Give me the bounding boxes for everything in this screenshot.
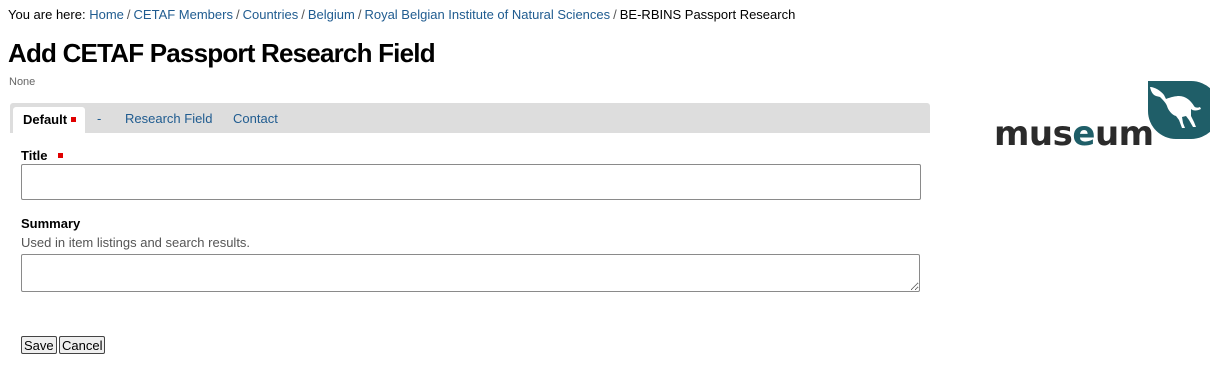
museum-logo-graphic: museum — [994, 81, 1218, 154]
breadcrumb-prefix: You are here: — [8, 7, 86, 22]
breadcrumb: You are here: Home / CETAF Members / Countri… — [8, 7, 795, 22]
breadcrumb-link-belgium[interactable]: Belgium — [308, 7, 355, 22]
required-marker — [57, 153, 63, 159]
summary-help-text: Used in item listings and search results… — [21, 235, 251, 250]
page-title: Add CETAF Passport Research Field — [8, 38, 436, 68]
breadcrumb-link-rbins[interactable]: Royal Belgian Institute of Natural Scien… — [364, 7, 610, 22]
tab-default-label: Default — [23, 112, 68, 127]
cancel-button[interactable]: Cancel — [59, 336, 106, 354]
breadcrumb-link-countries[interactable]: Countries — [243, 7, 299, 22]
breadcrumb-separator: / — [235, 7, 240, 22]
title-input[interactable] — [21, 164, 921, 200]
breadcrumb-separator: / — [126, 7, 131, 22]
tab-separator[interactable]: - — [97, 103, 101, 133]
breadcrumb-link-home[interactable]: Home — [89, 7, 124, 22]
summary-field-label: Summary — [21, 216, 81, 231]
summary-textarea[interactable] — [21, 254, 920, 292]
logo-wordmark: museum — [994, 114, 1154, 152]
tab-contact[interactable]: Contact — [233, 103, 278, 133]
title-field-label: Title — [21, 148, 63, 163]
tab-default[interactable]: Default — [13, 107, 86, 133]
breadcrumb-current: BE-RBINS Passport Research — [619, 7, 796, 22]
save-button[interactable]: Save — [21, 336, 57, 354]
tab-bar: Default - Research Field Contact — [10, 103, 930, 133]
breadcrumb-separator: / — [357, 7, 362, 22]
museum-logo: museum — [990, 78, 1218, 157]
breadcrumb-separator: / — [301, 7, 305, 22]
title-label-text: Title — [21, 148, 48, 163]
breadcrumb-separator: / — [613, 7, 617, 22]
page-subtitle: None — [9, 76, 36, 88]
required-marker — [71, 117, 77, 123]
breadcrumb-link-cetaf-members[interactable]: CETAF Members — [134, 7, 233, 22]
tab-research-field[interactable]: Research Field — [125, 103, 212, 133]
